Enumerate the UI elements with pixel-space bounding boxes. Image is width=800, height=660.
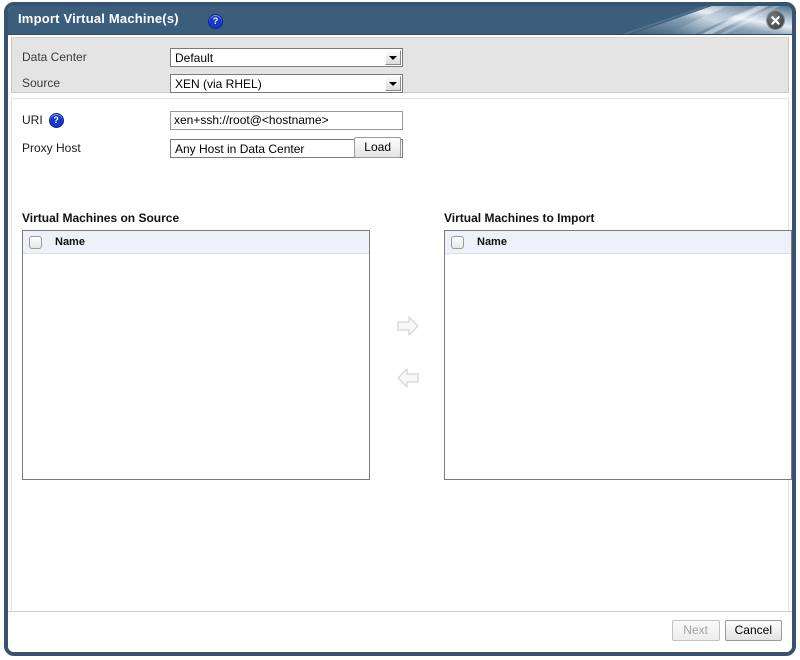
source-row: Source XEN (via RHEL) (12, 70, 788, 96)
source-label: Source (22, 76, 61, 90)
data-center-select[interactable]: Default (170, 47, 403, 67)
uri-label-group: URI ? (22, 112, 170, 128)
source-select-all-checkbox[interactable] (29, 235, 42, 249)
cancel-button[interactable]: Cancel (724, 620, 782, 641)
source-settings-panel: Data Center Default Source XEN (via RHEL… (11, 37, 789, 93)
dialog-title: Import Virtual Machine(s) (18, 11, 179, 26)
dialog-titlebar: Import Virtual Machine(s) ? (8, 6, 792, 35)
target-vm-list[interactable]: Name (444, 230, 792, 480)
data-center-label: Data Center (22, 50, 87, 64)
source-vm-list-title: Virtual Machines on Source (22, 211, 180, 225)
source-vm-list-block: Virtual Machines on Source Name (22, 211, 370, 480)
source-select[interactable]: XEN (via RHEL) (170, 73, 403, 93)
target-vm-list-block: Virtual Machines to Import Name (444, 211, 792, 480)
source-vm-list[interactable]: Name (22, 230, 370, 480)
arrow-left-icon[interactable] (393, 363, 423, 393)
chevron-down-icon[interactable] (385, 75, 401, 91)
target-vm-list-header: Name (445, 231, 791, 254)
target-name-column-header: Name (477, 236, 507, 248)
transfer-controls (378, 311, 438, 415)
source-vm-list-body[interactable] (23, 254, 369, 479)
source-vm-list-header: Name (23, 231, 369, 254)
load-button-container: Load (12, 137, 401, 158)
uri-input[interactable] (170, 110, 403, 130)
target-select-all-checkbox[interactable] (451, 235, 464, 249)
chevron-down-icon[interactable] (385, 49, 401, 65)
arrow-right-icon[interactable] (393, 311, 423, 341)
data-center-row: Data Center Default (12, 44, 788, 70)
help-circle-icon[interactable]: ? (208, 14, 223, 29)
titlebar-decoration (592, 6, 792, 34)
uri-label: URI (22, 113, 43, 127)
source-value: XEN (via RHEL) (175, 76, 262, 91)
target-vm-list-title: Virtual Machines to Import (444, 211, 595, 225)
uri-row: URI ? (12, 105, 788, 135)
footer-button-group: Next Cancel (671, 620, 782, 641)
target-vm-list-body[interactable] (445, 254, 791, 479)
dialog-footer: Next Cancel (8, 611, 792, 652)
close-icon[interactable] (767, 12, 784, 29)
source-name-column-header: Name (55, 236, 85, 248)
help-circle-icon[interactable]: ? (48, 112, 64, 128)
import-vm-dialog: Import Virtual Machine(s) ? Data Center … (4, 2, 796, 656)
data-center-value: Default (175, 50, 214, 65)
next-button[interactable]: Next (671, 620, 720, 641)
vm-transfer-area: Virtual Machines on Source Name Virtual … (12, 211, 792, 637)
import-body-panel: URI ? Proxy Host Any Host in Data Center… (11, 98, 792, 638)
load-button[interactable]: Load (354, 137, 401, 158)
